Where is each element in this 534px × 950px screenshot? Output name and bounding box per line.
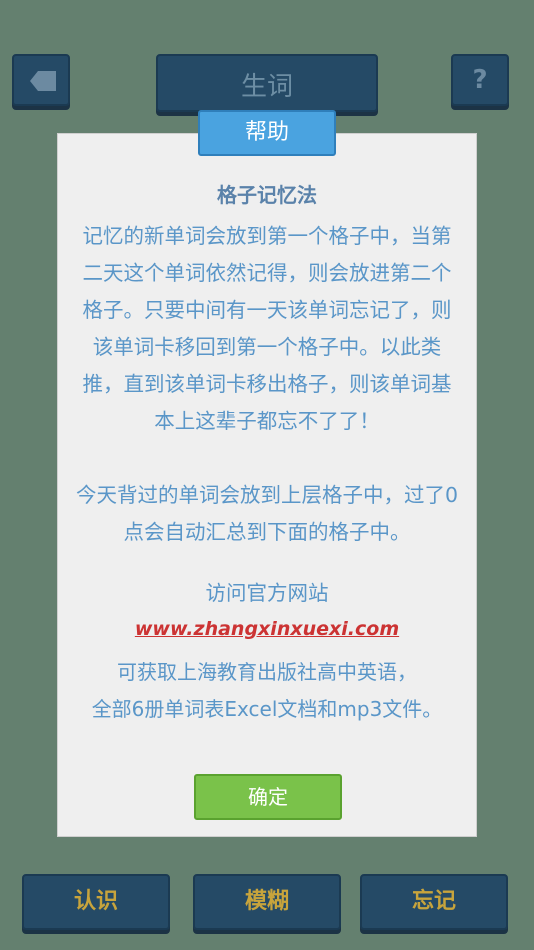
- website-link[interactable]: www.zhangxinxuexi.com: [58, 618, 476, 640]
- tag-back-icon: [30, 71, 56, 91]
- method-description: 记忆的新单词会放到第一个格子中，当第二天这个单词依然记得，则会放进第二个格子。只…: [82, 224, 452, 433]
- visit-website-label: 访问官方网站: [205, 581, 329, 605]
- help-button[interactable]: ?: [451, 54, 509, 106]
- download-line-1: 可获取上海教育出版社高中英语，: [117, 660, 417, 684]
- dialog-heading: 格子记忆法: [217, 183, 317, 207]
- help-dialog: 格子记忆法 记忆的新单词会放到第一个格子中，当第二天这个单词依然记得，则会放进第…: [57, 133, 477, 837]
- page-title-bar: 生词: [156, 54, 378, 112]
- back-button[interactable]: [12, 54, 70, 106]
- page-title: 生词: [240, 72, 293, 102]
- download-description: 可获取上海教育出版社高中英语， 全部6册单词表Excel文档和mp3文件。: [62, 654, 472, 728]
- vague-button[interactable]: 模糊: [193, 874, 341, 930]
- dialog-title-tab: 帮助: [198, 110, 336, 156]
- download-line-2: 全部6册单词表Excel文档和mp3文件。: [91, 697, 443, 721]
- ok-button[interactable]: 确定: [194, 774, 342, 820]
- know-button[interactable]: 认识: [22, 874, 170, 930]
- question-icon: ?: [472, 65, 488, 95]
- sync-description: 今天背过的单词会放到上层格子中，过了0点会自动汇总到下面的格子中。: [75, 483, 459, 544]
- forgot-button[interactable]: 忘记: [360, 874, 508, 930]
